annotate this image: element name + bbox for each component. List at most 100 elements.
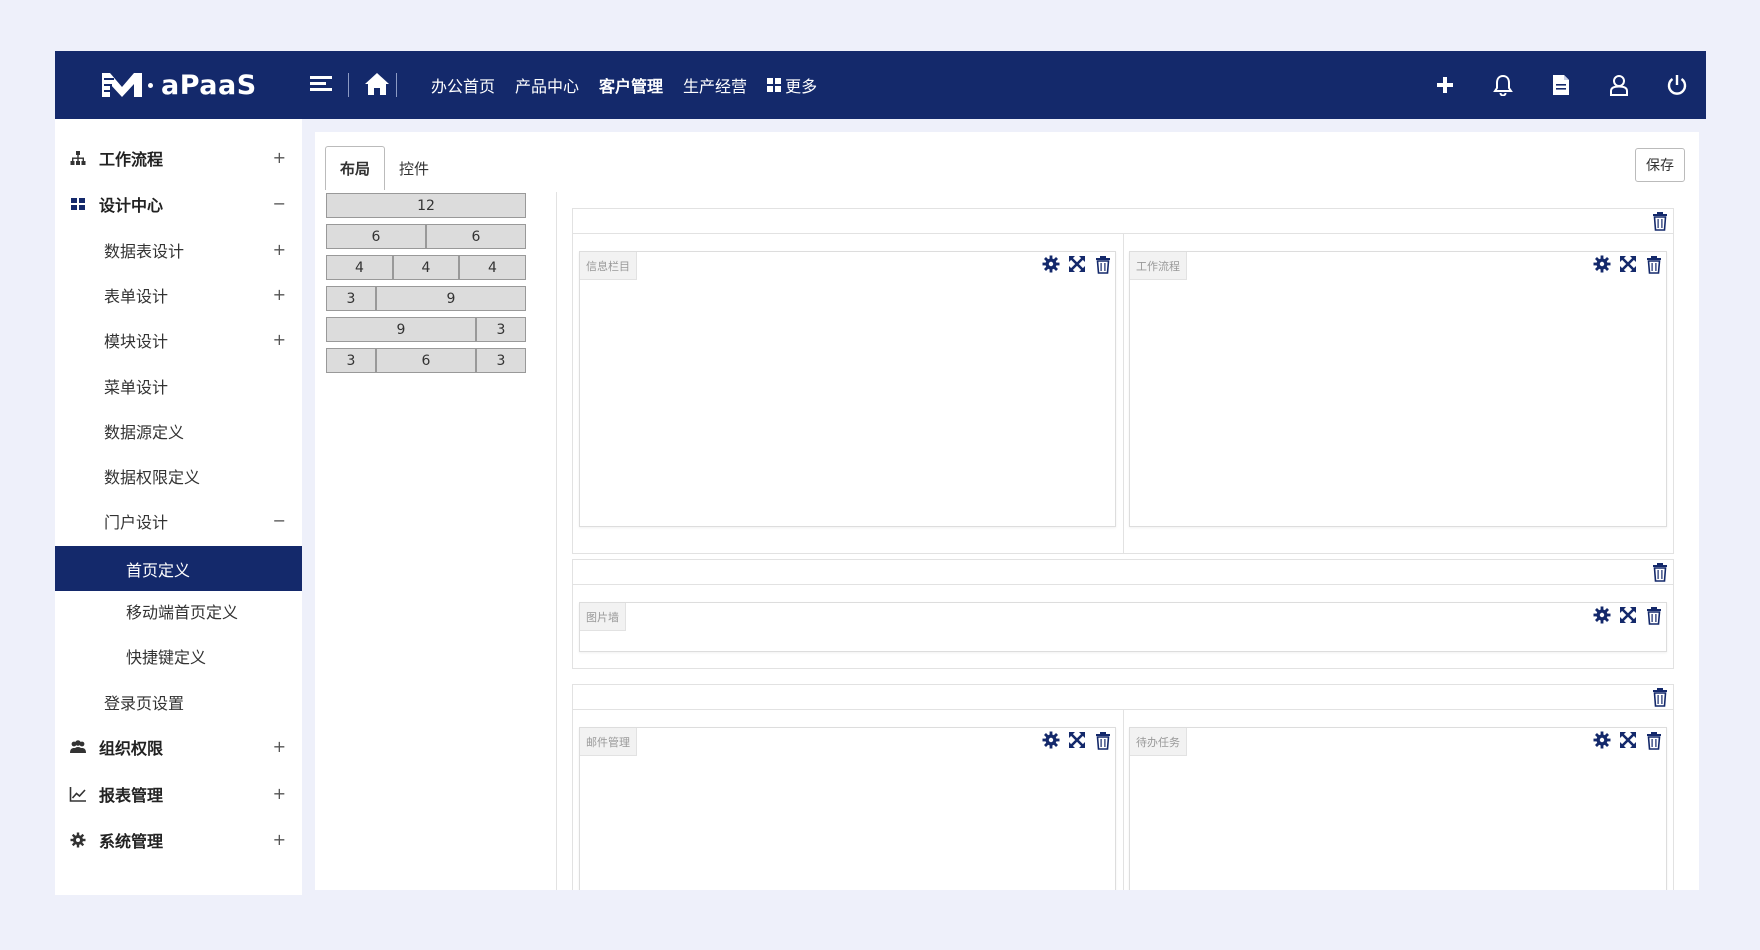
sidebar-item-mobile-homepage[interactable]: 移动端首页定义 bbox=[55, 588, 302, 633]
widget-info-column[interactable]: 信息栏目 bbox=[579, 251, 1116, 527]
expand-toggle[interactable]: + bbox=[273, 830, 286, 849]
trash-icon[interactable] bbox=[1644, 254, 1664, 274]
layout-option-3-6-3[interactable]: 3 6 3 bbox=[326, 348, 526, 373]
sidebar-item-menu-design[interactable]: 菜单设计 bbox=[55, 363, 302, 408]
nav-item-more[interactable]: 更多 bbox=[757, 73, 827, 97]
layout-option-4-4-4[interactable]: 4 4 4 bbox=[326, 255, 526, 280]
layout-option-9-3[interactable]: 9 3 bbox=[326, 317, 526, 342]
sidebar-item-label: 菜单设计 bbox=[104, 377, 169, 397]
menu-toggle-icon[interactable] bbox=[310, 75, 332, 95]
grid-icon bbox=[71, 198, 85, 210]
designer-tabs: 布局 控件 bbox=[325, 146, 443, 190]
widget-todo[interactable]: 待办任务 bbox=[1129, 727, 1667, 890]
app-logo[interactable]: aPaaS bbox=[100, 65, 257, 105]
nav-more-label: 更多 bbox=[785, 77, 818, 96]
sidebar-item-module-design[interactable]: 模块设计 + bbox=[55, 317, 302, 362]
sidebar-item-org-permissions[interactable]: 组织权限 + bbox=[55, 724, 302, 769]
expand-icon[interactable] bbox=[1618, 605, 1638, 625]
sidebar-item-shortcut-definition[interactable]: 快捷键定义 bbox=[55, 633, 302, 678]
notifications-button[interactable] bbox=[1474, 51, 1532, 119]
grid-cell: 6 bbox=[426, 224, 526, 249]
delete-row-icon[interactable] bbox=[1651, 687, 1669, 707]
expand-icon[interactable] bbox=[1067, 254, 1087, 274]
grid-cell: 4 bbox=[326, 255, 393, 280]
grid-cell: 4 bbox=[459, 255, 526, 280]
expand-toggle[interactable]: + bbox=[273, 148, 286, 167]
layout-option-3-9[interactable]: 3 9 bbox=[326, 286, 526, 311]
sidebar-item-design-center[interactable]: 设计中心 − bbox=[55, 181, 302, 226]
layout-row[interactable]: 图片墙 bbox=[572, 559, 1674, 669]
expand-toggle[interactable]: + bbox=[273, 737, 286, 756]
gear-icon[interactable] bbox=[1592, 605, 1612, 625]
delete-row-icon[interactable] bbox=[1651, 211, 1669, 231]
nav-separator bbox=[396, 73, 397, 97]
layout-row[interactable]: 信息栏目 工作流程 bbox=[572, 208, 1674, 554]
home-icon[interactable] bbox=[363, 70, 391, 98]
widget-mail[interactable]: 邮件管理 bbox=[579, 727, 1116, 890]
widget-toolbar bbox=[1041, 254, 1113, 274]
expand-icon[interactable] bbox=[1618, 730, 1638, 750]
save-button[interactable]: 保存 bbox=[1635, 148, 1685, 182]
widget-picture-wall[interactable]: 图片墙 bbox=[579, 602, 1667, 652]
delete-row-icon[interactable] bbox=[1651, 562, 1669, 582]
sidebar-item-form-design[interactable]: 表单设计 + bbox=[55, 272, 302, 317]
nav-item-product-center[interactable]: 产品中心 bbox=[505, 73, 589, 97]
sidebar-item-label: 数据表设计 bbox=[104, 241, 185, 261]
collapse-toggle[interactable]: − bbox=[273, 511, 286, 530]
widget-toolbar bbox=[1592, 254, 1664, 274]
tab-controls[interactable]: 控件 bbox=[385, 146, 443, 190]
layout-option-6-6[interactable]: 6 6 bbox=[326, 224, 526, 249]
nav-item-production[interactable]: 生产经营 bbox=[673, 73, 757, 97]
gear-icon[interactable] bbox=[1041, 254, 1061, 274]
sidebar-item-datasource[interactable]: 数据源定义 bbox=[55, 408, 302, 453]
widget-workflow[interactable]: 工作流程 bbox=[1129, 251, 1667, 527]
logo-text: aPaaS bbox=[161, 69, 257, 101]
widget-label: 待办任务 bbox=[1130, 728, 1187, 756]
nav-item-office-home[interactable]: 办公首页 bbox=[421, 73, 505, 97]
sidebar-item-report-management[interactable]: 报表管理 + bbox=[55, 771, 302, 816]
layout-option-12[interactable]: 12 bbox=[326, 193, 526, 218]
gear-icon[interactable] bbox=[1041, 730, 1061, 750]
sidebar-item-portal-design[interactable]: 门户设计 − bbox=[55, 498, 302, 543]
design-canvas: 信息栏目 工作流程 图片墙 邮件管理 待办任务 bbox=[556, 192, 1688, 890]
trash-icon[interactable] bbox=[1644, 730, 1664, 750]
user-icon bbox=[1610, 75, 1628, 96]
tab-layout[interactable]: 布局 bbox=[325, 146, 386, 190]
sidebar-item-label: 移动端首页定义 bbox=[126, 602, 239, 622]
gear-icon bbox=[70, 832, 86, 848]
trash-icon[interactable] bbox=[1644, 605, 1664, 625]
top-actions bbox=[1416, 51, 1706, 119]
sidebar-item-workflow[interactable]: 工作流程 + bbox=[55, 135, 302, 180]
sidebar-item-system-management[interactable]: 系统管理 + bbox=[55, 817, 302, 862]
expand-icon[interactable] bbox=[1618, 254, 1638, 274]
expand-toggle[interactable]: + bbox=[273, 240, 286, 259]
nav-item-customer-management[interactable]: 客户管理 bbox=[589, 73, 673, 97]
grid-cell: 9 bbox=[376, 286, 526, 311]
nav-separator bbox=[348, 73, 349, 97]
layout-row[interactable]: 邮件管理 待办任务 bbox=[572, 684, 1674, 890]
widget-label: 工作流程 bbox=[1130, 252, 1187, 280]
user-profile-button[interactable] bbox=[1590, 51, 1648, 119]
trash-icon[interactable] bbox=[1093, 730, 1113, 750]
expand-toggle[interactable]: + bbox=[273, 784, 286, 803]
documents-button[interactable] bbox=[1532, 51, 1590, 119]
grid-cell: 12 bbox=[326, 193, 526, 218]
sidebar-item-label: 数据权限定义 bbox=[104, 467, 201, 487]
sidebar-item-table-design[interactable]: 数据表设计 + bbox=[55, 227, 302, 272]
sidebar-item-label: 表单设计 bbox=[104, 286, 169, 306]
logout-button[interactable] bbox=[1648, 51, 1706, 119]
expand-toggle[interactable]: + bbox=[273, 285, 286, 304]
gear-icon[interactable] bbox=[1592, 730, 1612, 750]
collapse-toggle[interactable]: − bbox=[273, 194, 286, 213]
sidebar-item-homepage-definition[interactable]: 首页定义 bbox=[55, 546, 302, 591]
sidebar-item-data-permission[interactable]: 数据权限定义 bbox=[55, 453, 302, 498]
gear-icon[interactable] bbox=[1592, 254, 1612, 274]
trash-icon[interactable] bbox=[1093, 254, 1113, 274]
widget-label: 信息栏目 bbox=[580, 252, 637, 280]
sidebar-item-login-settings[interactable]: 登录页设置 bbox=[55, 679, 302, 724]
sidebar-item-label: 设计中心 bbox=[99, 195, 164, 215]
expand-toggle[interactable]: + bbox=[273, 330, 286, 349]
add-button[interactable] bbox=[1416, 51, 1474, 119]
expand-icon[interactable] bbox=[1067, 730, 1087, 750]
sidebar-item-label: 门户设计 bbox=[104, 512, 169, 532]
